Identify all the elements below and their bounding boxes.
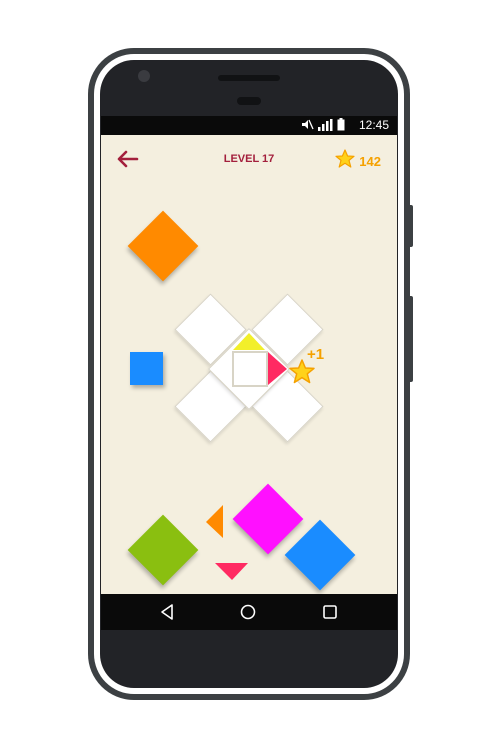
- speaker-grille: [218, 75, 280, 81]
- magenta-diamond-piece[interactable]: [232, 483, 304, 555]
- green-diamond-piece[interactable]: [127, 514, 199, 586]
- orange-diamond-piece[interactable]: [127, 210, 199, 282]
- game-screen: LEVEL 17 142 +1: [101, 135, 397, 594]
- star-icon: [335, 149, 355, 173]
- status-bar: 12:45: [101, 116, 397, 135]
- mute-icon: [301, 118, 314, 136]
- orange-triangle-piece[interactable]: [206, 505, 224, 539]
- yellow-triangle-piece: [233, 333, 265, 350]
- nav-back-icon[interactable]: [159, 603, 175, 626]
- blue-square-piece[interactable]: [130, 352, 163, 385]
- status-time: 12:45: [358, 118, 389, 132]
- board-center-square[interactable]: [232, 351, 268, 387]
- navigation-bar: [101, 594, 397, 630]
- blue-diamond-piece[interactable]: [284, 519, 356, 591]
- front-camera: [138, 70, 150, 82]
- score-display: 142: [335, 149, 381, 173]
- score-value: 142: [359, 153, 381, 169]
- bonus-points: +1: [307, 346, 325, 363]
- nav-home-icon[interactable]: [239, 603, 257, 626]
- earpiece: [237, 97, 261, 105]
- nav-recents-icon[interactable]: [321, 603, 339, 626]
- pink-triangle-on-board: [268, 352, 287, 385]
- signal-icon: [318, 118, 333, 136]
- battery-icon: [337, 118, 345, 136]
- volume-button: [408, 296, 413, 382]
- pink-triangle-piece[interactable]: [215, 563, 249, 581]
- status-icons: [301, 118, 345, 136]
- power-button: [408, 205, 413, 247]
